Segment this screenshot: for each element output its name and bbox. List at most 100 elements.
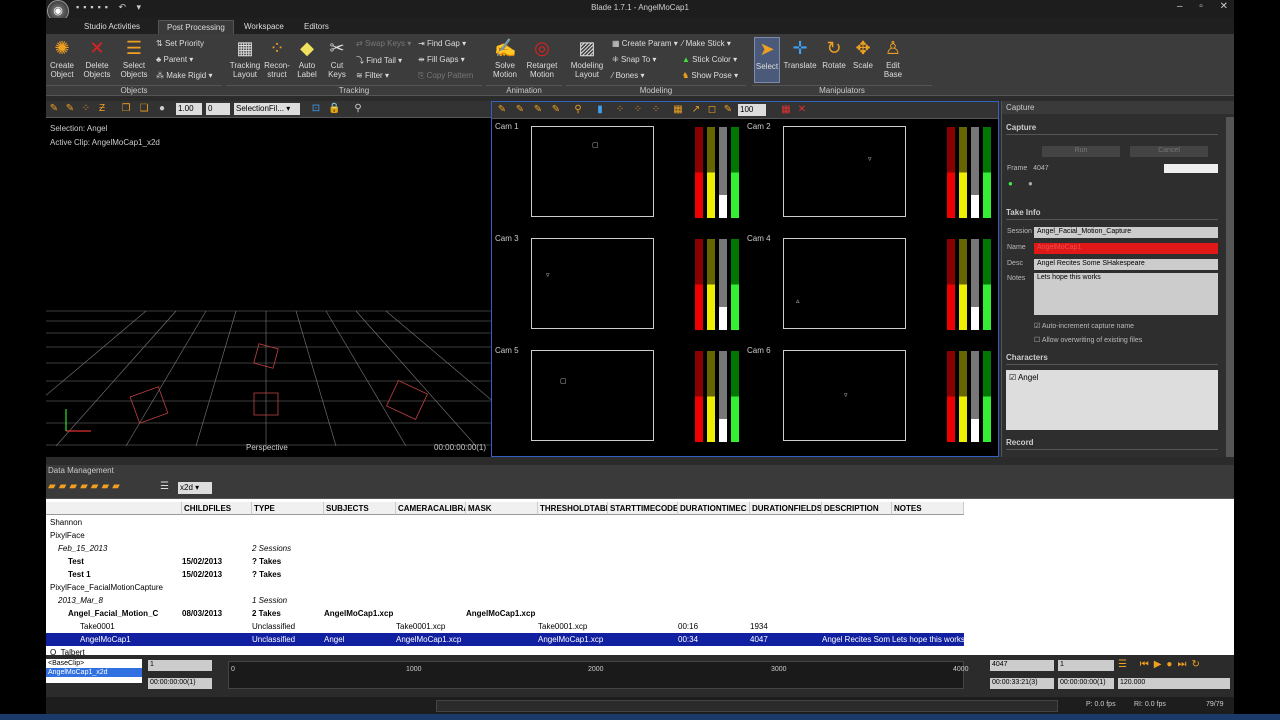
- pen-icon[interactable]: ✎: [64, 103, 76, 115]
- column-header[interactable]: [46, 502, 182, 515]
- lock-icon[interactable]: 🔒: [328, 103, 340, 115]
- solve-motion-button[interactable]: ✍ Solve Motion: [488, 37, 522, 79]
- rotate-tool-button[interactable]: ↻ Rotate: [820, 37, 848, 70]
- cam-4[interactable]: Cam 4 ▵: [744, 232, 996, 344]
- make-rigid-button[interactable]: ⁂ Make Rigid ▾: [156, 71, 213, 80]
- table-row[interactable]: PixylFace: [46, 529, 964, 542]
- fps-dropdown[interactable]: 120.000: [1118, 678, 1230, 689]
- points-icon[interactable]: ⁘: [650, 104, 662, 116]
- allow-overwrite-checkbox[interactable]: ☐ Allow overwriting of existing files: [1034, 336, 1142, 344]
- parent-button[interactable]: ♣ Parent ▾: [156, 55, 193, 64]
- table-row[interactable]: PixylFace_FacialMotionCapture: [46, 581, 964, 594]
- points-icon[interactable]: ⁘: [80, 103, 92, 115]
- range-end-timecode[interactable]: 00:00:33:21(3): [990, 678, 1054, 689]
- make-stick-button[interactable]: ⁄ Make Stick ▾: [682, 39, 731, 48]
- grid-icon[interactable]: ▦: [780, 104, 792, 116]
- current-frame-field[interactable]: 1: [1058, 660, 1114, 671]
- clip-filter-dropdown[interactable]: x2d ▾: [178, 482, 212, 494]
- range-end-field[interactable]: 4047: [990, 660, 1054, 671]
- copy-pattern-button[interactable]: ⎘ Copy Pattern: [418, 71, 473, 81]
- stick-color-button[interactable]: ▲ Stick Color ▾: [682, 55, 737, 64]
- table-row[interactable]: 2013_Mar_8 1 Session: [46, 594, 964, 607]
- sphere-icon[interactable]: ●: [156, 103, 168, 115]
- cam-3[interactable]: Cam 3 ▿: [492, 232, 744, 344]
- modeling-layout-button[interactable]: ▨ Modeling Layout: [568, 37, 606, 79]
- filter-button[interactable]: ≋ Filter ▾: [356, 71, 389, 80]
- run-button[interactable]: Run: [1042, 146, 1120, 157]
- points-icon[interactable]: ⁘: [632, 104, 644, 116]
- column-header[interactable]: NOTES: [892, 502, 964, 515]
- cam-6[interactable]: Cam 6 ▿: [744, 344, 996, 456]
- edit-base-button[interactable]: ♙ Edit Base: [880, 37, 906, 79]
- column-header[interactable]: TYPE: [252, 502, 324, 515]
- bones-button[interactable]: ⁄ Bones ▾: [612, 71, 645, 80]
- timeline-track[interactable]: 0 1000 2000 3000 4000: [228, 661, 969, 689]
- pin-icon[interactable]: ⚲: [572, 104, 584, 116]
- copy-icon[interactable]: ❐: [120, 103, 132, 115]
- tab-studio-activities[interactable]: Studio Activities: [76, 20, 148, 34]
- clip-item[interactable]: <BaseClip>: [46, 659, 142, 668]
- fill-gaps-button[interactable]: ⇻ Fill Gaps ▾: [418, 55, 465, 64]
- selection-filter-dropdown[interactable]: SelectionFil... ▾: [234, 103, 300, 115]
- column-header[interactable]: STARTTIMECODE: [608, 502, 678, 515]
- clip-item-selected[interactable]: AngelMoCap1_x2d: [46, 668, 142, 677]
- delete-objects-button[interactable]: ✕ Delete Objects: [80, 37, 114, 79]
- auto-label-button[interactable]: ◆ Auto Label: [292, 37, 322, 79]
- viewport-scale-field[interactable]: 1.00: [176, 103, 202, 115]
- tab-editors[interactable]: Editors: [296, 20, 337, 34]
- pen-icon[interactable]: ✎: [722, 104, 734, 116]
- frame-icon[interactable]: ⊡: [310, 103, 322, 115]
- range-start-timecode[interactable]: 00:00:00:00(1): [148, 678, 212, 689]
- tool-icon[interactable]: ✎: [496, 104, 508, 116]
- translate-tool-button[interactable]: ✛ Translate: [782, 37, 818, 70]
- retarget-motion-button[interactable]: ◎ Retarget Motion: [524, 37, 560, 79]
- bars-icon[interactable]: ▮: [594, 104, 606, 116]
- list-icon[interactable]: ☰: [160, 481, 169, 492]
- character-angel-checkbox[interactable]: ☑ Angel: [1009, 373, 1038, 382]
- table-row[interactable]: Feb_15_2013 2 Sessions: [46, 542, 964, 555]
- window-controls[interactable]: – ▫ ✕: [1177, 1, 1228, 12]
- table-row[interactable]: Test 1 15/02/2013 ? Takes: [46, 568, 964, 581]
- reconstruct-button[interactable]: ⁘ Recon- struct: [262, 37, 292, 79]
- column-header[interactable]: DESCRIPTION: [822, 502, 892, 515]
- session-field[interactable]: Angel_Facial_Motion_Capture: [1034, 227, 1218, 238]
- folder-icon[interactable]: ▰▰▰▰▰▰▰: [48, 481, 123, 492]
- table-row[interactable]: Shannon: [46, 516, 964, 529]
- brush-icon[interactable]: ✎: [48, 103, 60, 115]
- table-row[interactable]: Test 15/02/2013 ? Takes: [46, 555, 964, 568]
- table-row[interactable]: Angel_Facial_Motion_C 08/03/2013 2 Takes An…: [46, 607, 964, 620]
- description-field[interactable]: Angel Recites Some SHakespeare: [1034, 259, 1218, 270]
- cam-5[interactable]: Cam 5 ▢: [492, 344, 744, 456]
- find-gap-button[interactable]: ⇥ Find Gap ▾: [418, 39, 466, 48]
- column-header[interactable]: DURATIONTIMEC: [678, 502, 750, 515]
- tool-icon[interactable]: ✎: [532, 104, 544, 116]
- show-pose-button[interactable]: ♞ Show Pose ▾: [682, 71, 738, 80]
- select-tool-button[interactable]: ➤ Select: [754, 37, 780, 83]
- points-icon[interactable]: ⁘: [614, 104, 626, 116]
- axis-icon[interactable]: Ƶ: [96, 103, 108, 115]
- column-header[interactable]: SUBJECTS: [324, 502, 396, 515]
- tool-icon[interactable]: ✎: [550, 104, 562, 116]
- cam-1[interactable]: Cam 1 ▢: [492, 120, 744, 232]
- column-header[interactable]: CAMERACALIBRA: [396, 502, 466, 515]
- select-objects-button[interactable]: ☰ Select Objects: [118, 37, 150, 79]
- table-row[interactable]: O_Talbert: [46, 646, 964, 655]
- column-header[interactable]: CHILDFILES: [182, 502, 252, 515]
- grid-icon[interactable]: ▦: [672, 104, 684, 116]
- column-header[interactable]: MASK: [466, 502, 538, 515]
- capture-scrollbar[interactable]: [1226, 117, 1234, 457]
- find-tail-button[interactable]: ⤵ Find Tail ▾: [356, 55, 402, 66]
- tool-icon[interactable]: ✎: [514, 104, 526, 116]
- pin-icon[interactable]: ⚲: [352, 103, 364, 115]
- tracking-layout-button[interactable]: ▦ Tracking Layout: [228, 37, 262, 79]
- camera-view-panel[interactable]: ✎ ✎ ✎ ✎ ⚲ ▮ ⁘ ⁘ ⁘ ▦ ↗ ◻ ✎ 100 ▦ ✕ Cam 1 …: [491, 101, 999, 457]
- take-info-header[interactable]: Take Info: [1006, 208, 1218, 220]
- perspective-viewport[interactable]: ✎ ✎ ⁘ Ƶ ❐ ❏ ● 1.00 0 SelectionFil... ▾ ⊡…: [46, 101, 491, 457]
- snap-to-button[interactable]: ⁜ Snap To ▾: [612, 55, 656, 64]
- table-row[interactable]: AngelMoCap1 Unclassified Angel AngelMoCap1.…: [46, 633, 965, 646]
- column-header[interactable]: THRESHOLDTABL: [538, 502, 608, 515]
- frame-icon[interactable]: ◻: [706, 104, 718, 116]
- range-start-field[interactable]: 1: [148, 660, 212, 671]
- table-row[interactable]: Take0001 Unclassified Take0001.xcp Take0001…: [46, 620, 964, 633]
- cam-2[interactable]: Cam 2 ▿: [744, 120, 996, 232]
